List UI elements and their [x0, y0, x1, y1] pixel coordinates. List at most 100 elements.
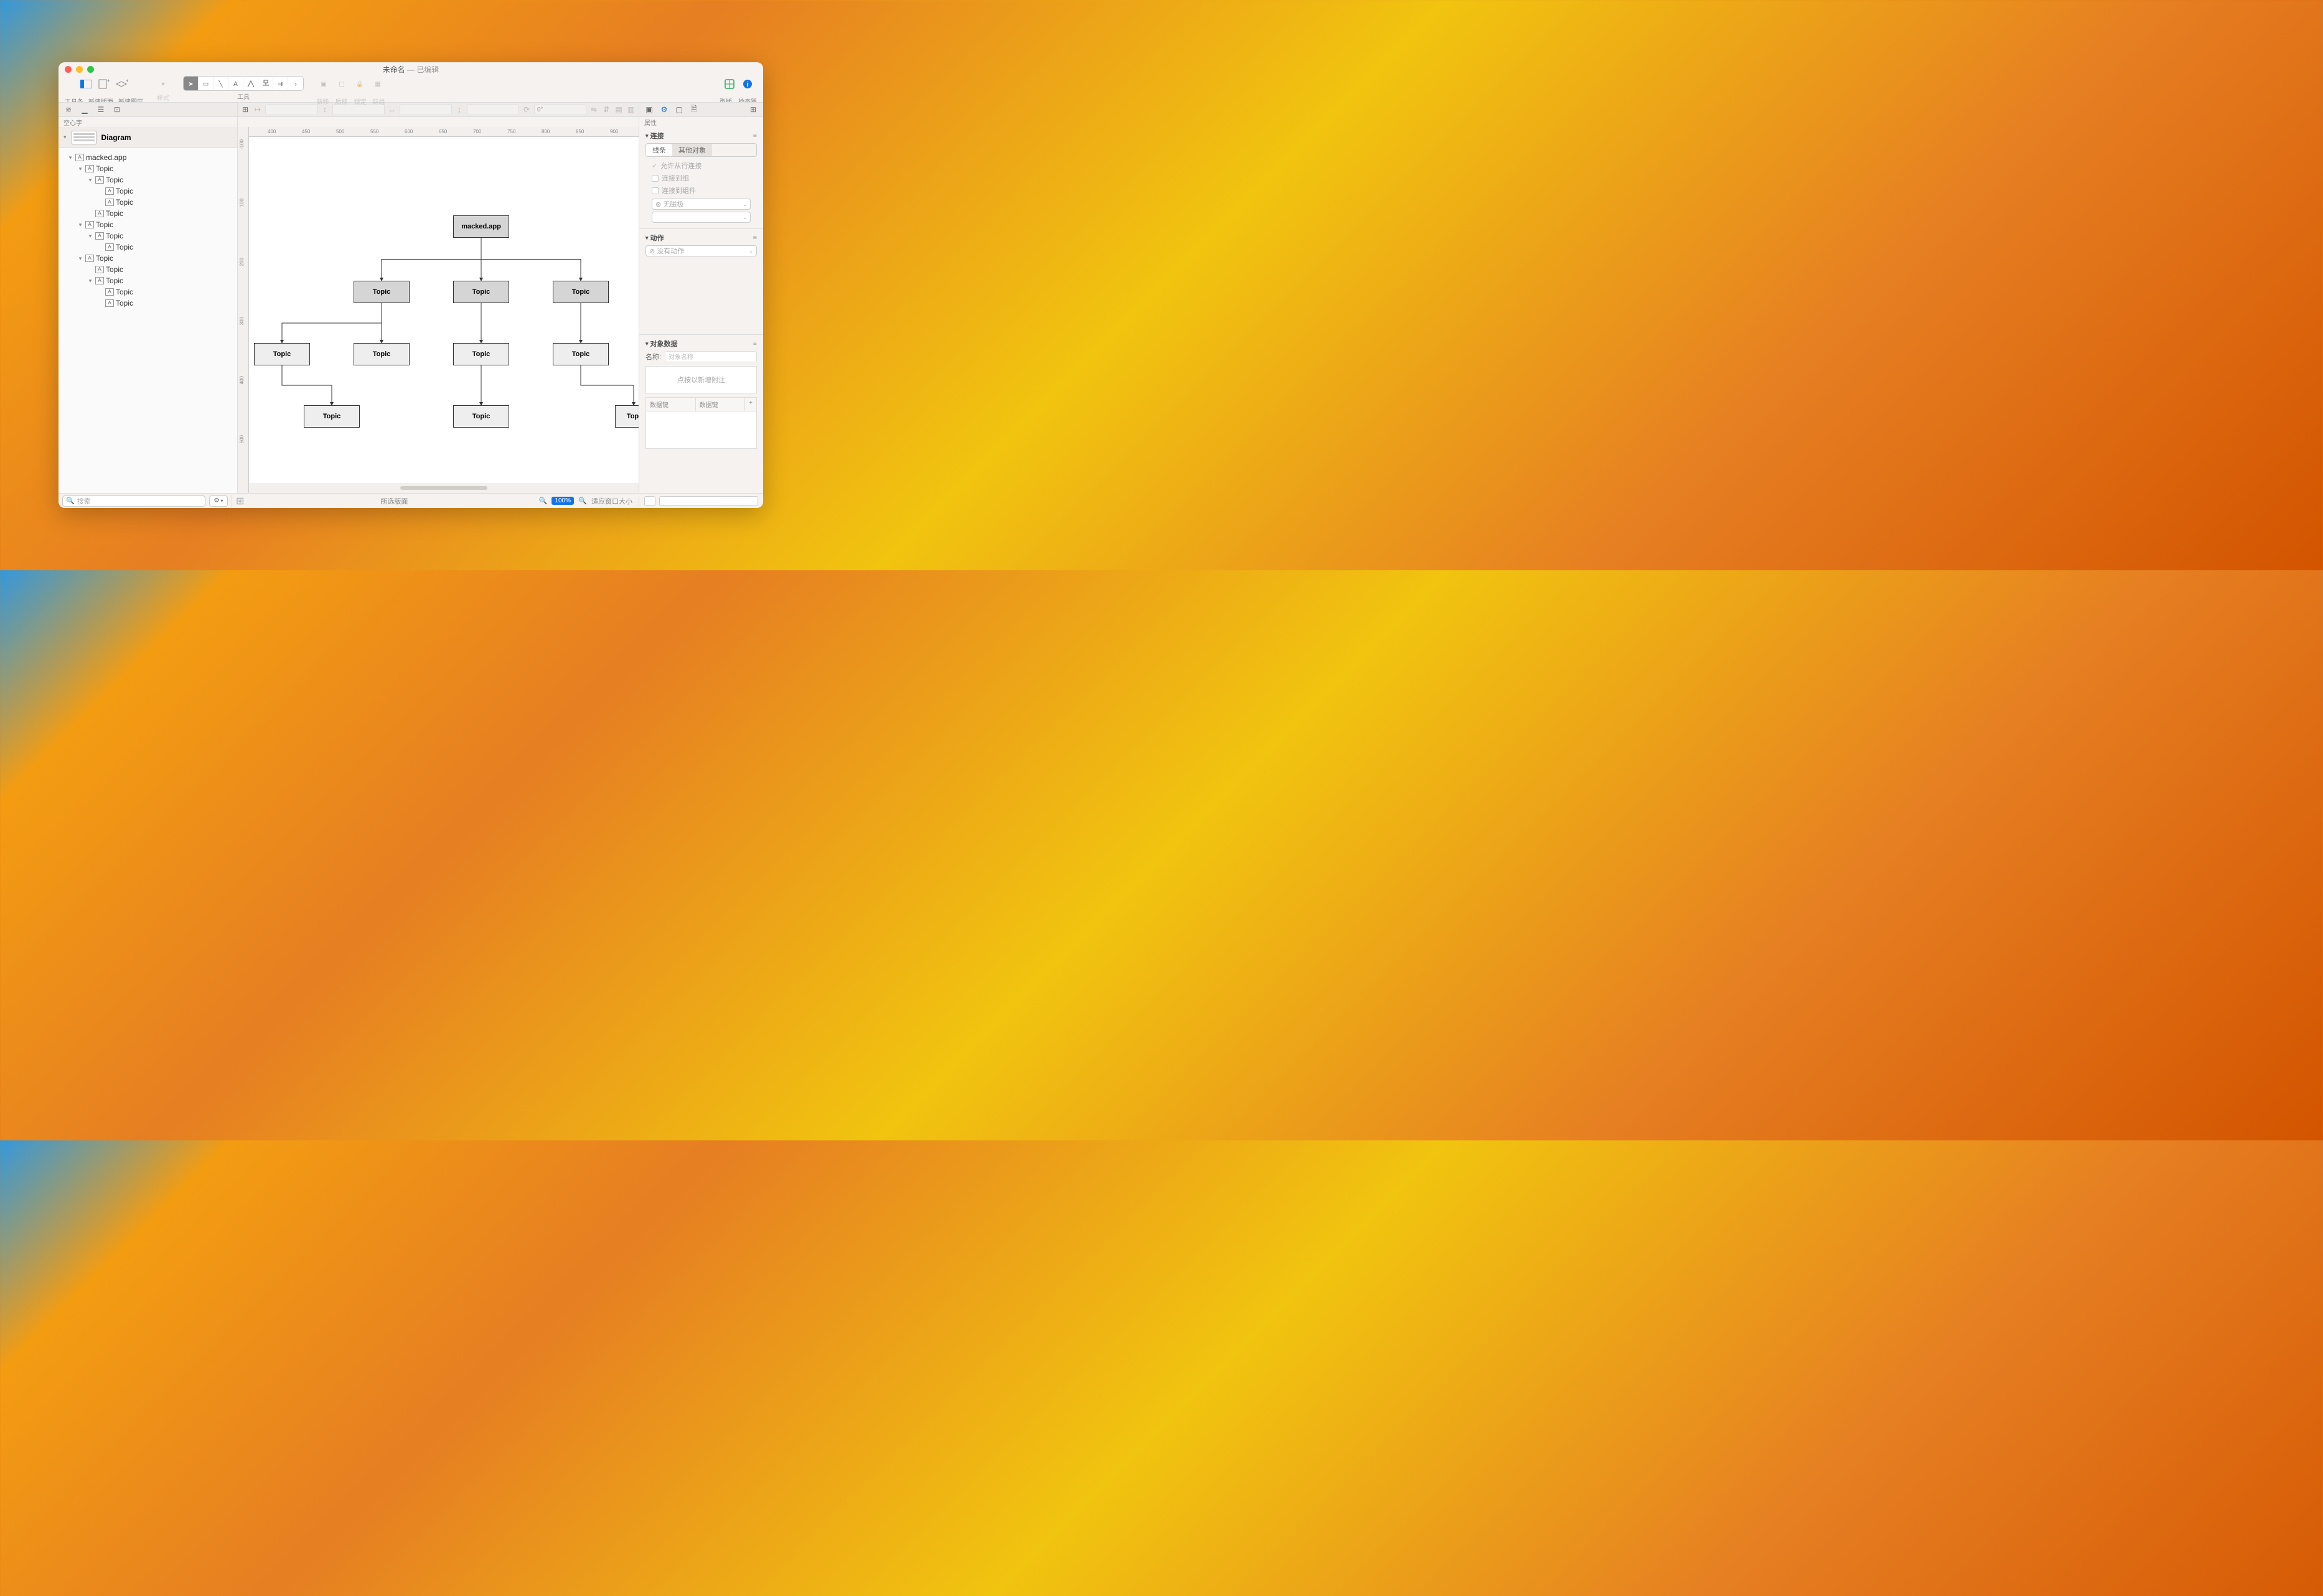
search-input[interactable]: 🔍 搜索	[62, 495, 205, 507]
line-tool-icon[interactable]: ╲	[214, 77, 228, 91]
checkbox-to-component[interactable]	[652, 187, 659, 194]
zoom-in-button[interactable]: 🔍	[578, 496, 588, 506]
connection-tabs[interactable]: 线条 其他对象	[645, 143, 757, 157]
arrow-start-icon[interactable]: ↦	[253, 105, 263, 115]
disclosure-icon[interactable]: ▾	[77, 222, 83, 228]
diagram-node[interactable]: macked.app	[453, 215, 509, 238]
x-field[interactable]	[265, 104, 317, 115]
outline-row[interactable]: ▾ATopic	[59, 163, 237, 174]
titlebar[interactable]: 未命名 — 已编辑	[59, 62, 763, 76]
fill-swatch[interactable]	[644, 496, 655, 506]
text-tool-icon[interactable]: A	[228, 77, 243, 91]
outline-row[interactable]: ATopic	[59, 242, 237, 253]
document-tab-icon[interactable]: 🗎	[689, 105, 699, 115]
distribute-icon[interactable]: ▥	[626, 105, 636, 115]
page-header[interactable]: ▾ Diagram	[59, 127, 237, 148]
ruler-horizontal[interactable]: 400450500550600650700750800850900950	[249, 127, 639, 137]
shape-tool-icon[interactable]: ▭	[199, 77, 214, 91]
add-row-button[interactable]: +	[745, 398, 756, 411]
layers-icon[interactable]: ≋	[63, 105, 73, 115]
group-icon[interactable]: ▦	[370, 77, 385, 92]
outline-row[interactable]: ATopic	[59, 197, 237, 208]
h-field[interactable]	[332, 104, 385, 115]
diagram-node[interactable]: Topic	[354, 343, 410, 365]
disclosure-icon[interactable]: ▾	[67, 154, 73, 161]
angle-field[interactable]: 0°	[534, 104, 586, 115]
diagram-node[interactable]: Topic	[304, 405, 360, 428]
object-name-input[interactable]: 对象名称	[665, 351, 757, 362]
flip-v-icon[interactable]: ⇵	[601, 105, 611, 115]
inspector-icon[interactable]: i	[740, 77, 755, 92]
align-icon[interactable]: ▤	[614, 105, 624, 115]
outline-row[interactable]: ATopic	[59, 286, 237, 298]
template-icon[interactable]	[722, 77, 737, 92]
menu-icon[interactable]: ≡	[753, 234, 757, 242]
tab-other[interactable]: 其他对象	[672, 144, 712, 156]
diagram-node[interactable]: Topic	[453, 405, 509, 428]
chevron-down-icon[interactable]: ▾	[63, 134, 67, 141]
diagram-node[interactable]: Topic	[453, 343, 509, 365]
bring-front-icon[interactable]: ▣	[316, 77, 331, 92]
flip-h-icon[interactable]: ⇋	[589, 105, 599, 115]
magnet-select[interactable]: ⊗ 无磁极⌄	[652, 199, 751, 210]
diagram-node[interactable]: Topic	[453, 281, 509, 303]
zoom-icon[interactable]	[87, 66, 94, 73]
scrollbar-horizontal[interactable]	[249, 483, 639, 493]
new-layout-icon[interactable]: +	[96, 77, 111, 92]
outline-row[interactable]: ATopic	[59, 208, 237, 219]
send-back-icon[interactable]: ▢	[334, 77, 349, 92]
checkbox-to-group[interactable]	[652, 175, 659, 182]
minimize-icon[interactable]	[76, 66, 83, 73]
disclosure-icon[interactable]: ▾	[87, 278, 93, 284]
canvas[interactable]: macked.app Topic Topic Topic Topic Topic Topic…	[249, 137, 639, 483]
diagram-tool-icon[interactable]	[258, 77, 273, 91]
object-tab-icon[interactable]: ▣	[644, 105, 654, 115]
sidebar-toggle-icon[interactable]	[78, 77, 93, 92]
outline-tree[interactable]: ▾Amacked.app▾ATopic▾ATopicATopicATopicAT…	[59, 148, 237, 493]
diagram-node[interactable]: Topic	[254, 343, 310, 365]
outline-row[interactable]: ATopic	[59, 185, 237, 197]
width-icon[interactable]: ↔	[387, 105, 397, 115]
settings-tab-icon[interactable]: ⚙	[659, 105, 669, 115]
height-icon[interactable]: ↕	[320, 105, 330, 115]
outline-row[interactable]: ATopic	[59, 298, 237, 309]
fit-window-button[interactable]: 适应窗口大小	[591, 496, 632, 506]
lock-icon[interactable]: 🔒	[352, 77, 367, 92]
zoom-out-button[interactable]: 🔍	[538, 496, 548, 506]
new-layer-icon[interactable]: +	[115, 77, 129, 92]
disclosure-icon[interactable]: ▾	[77, 255, 83, 262]
outline-row[interactable]: ▾ATopic	[59, 219, 237, 230]
diagram-node[interactable]: Topic	[553, 343, 609, 365]
pen-tool-icon[interactable]	[243, 77, 258, 91]
outline-icon[interactable]: ☰	[96, 105, 106, 115]
outline-row[interactable]: ▾ATopic	[59, 230, 237, 242]
page-thumbnail[interactable]	[72, 131, 96, 144]
action-select[interactable]: ⊘ 没有动作⌄	[645, 245, 757, 256]
gear-dropdown[interactable]: ⚙▾	[209, 495, 228, 507]
disclosure-icon[interactable]: ▾	[87, 177, 93, 184]
diagram-node[interactable]: Topic	[354, 281, 410, 303]
ruler-icon[interactable]: ⊞	[240, 105, 250, 115]
outline-row[interactable]: ▾Amacked.app	[59, 152, 237, 163]
data-table-body[interactable]	[645, 411, 757, 449]
diagram-node[interactable]: Topi	[615, 405, 639, 428]
more-tools-icon[interactable]: ›	[288, 77, 303, 91]
canvas-tab-icon[interactable]: ▢	[674, 105, 684, 115]
style-dropdown[interactable]	[659, 496, 758, 506]
note-textarea[interactable]: 点按以新增附注	[645, 366, 757, 393]
style-picker[interactable]: ▾	[156, 77, 171, 92]
h2-field[interactable]	[467, 104, 519, 115]
selection-icon[interactable]: ⊡	[112, 105, 122, 115]
pointer-tool-icon[interactable]: ➤	[184, 77, 199, 91]
ruler-vertical[interactable]: -100100200300400500	[238, 127, 249, 493]
disclosure-icon[interactable]: ▾	[87, 233, 93, 240]
height2-icon[interactable]: ↨	[454, 105, 464, 115]
outline-row[interactable]: ATopic	[59, 264, 237, 275]
w-field[interactable]	[400, 104, 452, 115]
arrange-tool-icon[interactable]: ⇉	[273, 77, 288, 91]
menu-icon[interactable]: ≡	[753, 340, 757, 347]
diagram-node[interactable]: Topic	[553, 281, 609, 303]
outline-row[interactable]: ▾ATopic	[59, 275, 237, 286]
align-bottom-icon[interactable]: ▁	[80, 105, 90, 115]
outline-row[interactable]: ▾ATopic	[59, 253, 237, 264]
